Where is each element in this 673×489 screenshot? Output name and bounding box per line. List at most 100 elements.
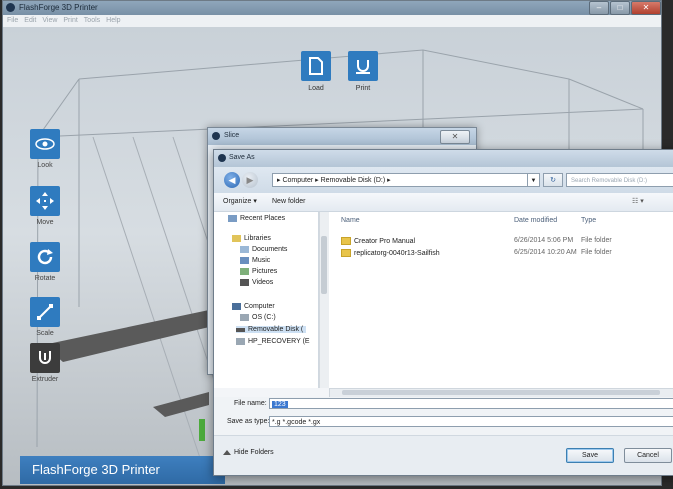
- look-tool[interactable]: Look: [30, 129, 60, 169]
- file-name-value: 123: [272, 401, 288, 408]
- scale-tool[interactable]: Scale: [30, 297, 60, 337]
- print-icon: [348, 51, 378, 81]
- file-date: 6/26/2014 5:06 PM: [514, 237, 574, 244]
- extruder-tool[interactable]: Extruder: [30, 343, 60, 383]
- nav-item-recent-places[interactable]: Recent Places: [228, 215, 285, 222]
- videos-icon: [240, 279, 249, 286]
- cancel-button[interactable]: Cancel: [624, 448, 672, 463]
- nav-item-computer[interactable]: Computer: [232, 303, 275, 310]
- move-tool[interactable]: Move: [30, 186, 60, 226]
- forward-arrow-icon[interactable]: ▶: [242, 172, 258, 188]
- column-name[interactable]: Name: [341, 217, 360, 224]
- nav-item-videos[interactable]: Videos: [240, 279, 273, 286]
- new-folder-button[interactable]: New folder: [272, 193, 305, 211]
- nav-scroll-thumb[interactable]: [321, 236, 327, 294]
- nav-item-hp-recovery[interactable]: HP_RECOVERY (E: [236, 338, 310, 345]
- menu-print[interactable]: Print: [63, 15, 77, 27]
- menu-bar: File Edit View Print Tools Help: [3, 15, 661, 27]
- scale-label: Scale: [36, 330, 54, 337]
- move-label: Move: [36, 219, 54, 226]
- app-title: FlashForge 3D Printer: [19, 3, 98, 12]
- computer-icon: [232, 303, 241, 310]
- look-label: Look: [37, 162, 53, 169]
- list-item[interactable]: Creator Pro Manual 6/26/2014 5:06 PM Fil…: [329, 237, 673, 249]
- menu-file[interactable]: File: [7, 15, 18, 27]
- nav-item-libraries[interactable]: Libraries: [232, 235, 271, 242]
- usb-drive-icon: [236, 327, 245, 332]
- menu-edit[interactable]: Edit: [24, 15, 36, 27]
- rotate-tool[interactable]: Rotate: [30, 242, 60, 282]
- folder-icon: [341, 249, 351, 257]
- file-type: File folder: [581, 249, 612, 256]
- save-as-dialog: Save As ◀ ▶ ▸ Computer ▸ Removable Disk …: [213, 149, 673, 476]
- scale-icon: [30, 297, 60, 327]
- save-button[interactable]: Save: [566, 448, 614, 463]
- app-logo-icon: [6, 3, 15, 12]
- back-arrow-icon[interactable]: ◀: [224, 172, 240, 188]
- nav-scrollbar[interactable]: [319, 212, 329, 388]
- file-list: Name Date modified Type Creator Pro Manu…: [329, 212, 673, 388]
- navigation-pane: Recent Places Libraries Documents Music …: [214, 212, 319, 388]
- menu-view[interactable]: View: [42, 15, 57, 27]
- refresh-icon[interactable]: ↻: [543, 173, 563, 187]
- move-icon: [30, 186, 60, 216]
- minimize-button[interactable]: –: [589, 1, 609, 15]
- search-input[interactable]: Search Removable Disk (D:): [566, 173, 673, 187]
- file-icon: [301, 51, 331, 81]
- slice-close-button[interactable]: ✕: [440, 130, 470, 144]
- nav-item-pictures[interactable]: Pictures: [240, 268, 277, 275]
- file-name: Creator Pro Manual: [354, 237, 416, 245]
- hide-folders-toggle[interactable]: Hide Folders: [223, 449, 274, 456]
- command-bar: Organize ▾ New folder ☷ ▾: [214, 193, 673, 212]
- load-label: Load: [308, 85, 324, 92]
- save-as-title: Save As: [229, 154, 255, 161]
- file-name-field[interactable]: 123: [269, 398, 673, 409]
- horizontal-scroll-thumb[interactable]: [342, 390, 660, 395]
- menu-help[interactable]: Help: [106, 15, 120, 27]
- save-type-label: Save as type:: [227, 418, 270, 425]
- slice-dialog-icon: [212, 132, 220, 140]
- load-tool[interactable]: Load: [301, 51, 331, 92]
- documents-icon: [240, 246, 249, 253]
- pictures-icon: [240, 268, 249, 275]
- close-button[interactable]: ✕: [631, 1, 661, 15]
- print-tool[interactable]: Print: [348, 51, 378, 92]
- nav-item-removable-disk[interactable]: Removable Disk (: [236, 326, 307, 333]
- menu-tools[interactable]: Tools: [84, 15, 100, 27]
- brand-bar: FlashForge 3D Printer: [20, 456, 225, 484]
- save-dialog-icon: [218, 154, 226, 162]
- collapse-arrow-icon: [223, 450, 231, 455]
- save-type-select[interactable]: *.g *.gcode *.gx: [269, 416, 673, 427]
- file-type: File folder: [581, 237, 612, 244]
- column-date-modified[interactable]: Date modified: [514, 217, 557, 224]
- maximize-button[interactable]: □: [610, 1, 630, 15]
- print-label: Print: [355, 85, 371, 92]
- window-controls: – □ ✕: [588, 1, 661, 15]
- organize-button[interactable]: Organize ▾: [223, 193, 257, 211]
- address-bar[interactable]: ▸ Computer ▸ Removable Disk (D:) ▸: [272, 173, 528, 187]
- slice-title: Slice: [224, 132, 240, 139]
- slice-titlebar: Slice ✕: [208, 128, 476, 145]
- column-type[interactable]: Type: [581, 217, 596, 224]
- file-name-label: File name:: [234, 400, 267, 407]
- music-icon: [240, 257, 249, 264]
- list-item[interactable]: replicatorg-0040r13-Sailfish 6/25/2014 1…: [329, 249, 673, 261]
- nav-item-music[interactable]: Music: [240, 257, 270, 264]
- address-dropdown-icon[interactable]: ▼: [528, 173, 540, 187]
- save-fields: File name: 123 Save as type: *.g *.gcode…: [214, 397, 673, 435]
- extruder-icon: [30, 343, 60, 373]
- change-view-button[interactable]: ☷ ▾: [632, 193, 644, 211]
- address-row: ◀ ▶ ▸ Computer ▸ Removable Disk (D:) ▸ ▼…: [214, 167, 673, 193]
- recent-places-icon: [228, 215, 237, 222]
- drive-icon: [240, 314, 249, 321]
- folder-icon: [341, 237, 351, 245]
- libraries-icon: [232, 235, 241, 242]
- nav-item-documents[interactable]: Documents: [240, 246, 287, 253]
- drive-icon: [236, 338, 245, 345]
- nav-item-os-c[interactable]: OS (C:): [240, 314, 276, 321]
- dialog-footer: Hide Folders Save Cancel: [214, 435, 673, 475]
- file-name: replicatorg-0040r13-Sailfish: [354, 249, 440, 257]
- app-titlebar: FlashForge 3D Printer – □ ✕: [3, 1, 661, 15]
- save-as-titlebar: Save As: [214, 150, 673, 167]
- rotate-label: Rotate: [34, 275, 56, 282]
